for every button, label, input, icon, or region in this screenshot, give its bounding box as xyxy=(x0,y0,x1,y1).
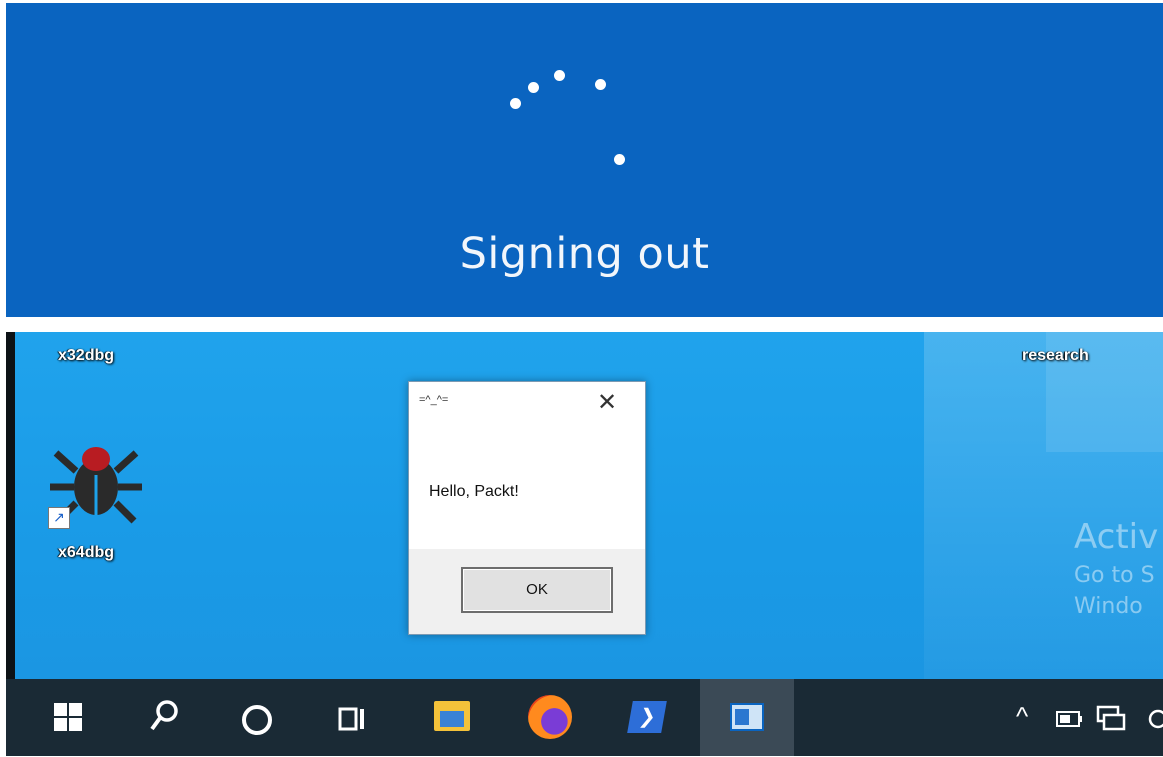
signout-screen: Signing out xyxy=(6,3,1163,317)
desktop-icon-research-label[interactable]: research xyxy=(1022,347,1089,365)
spinner-dot xyxy=(595,79,606,90)
windows-start-icon[interactable] xyxy=(36,679,94,756)
activate-windows-watermark: Activ Go to S Windo xyxy=(1074,517,1158,619)
message-text: Hello, Packt! xyxy=(429,483,519,500)
message-box-footer: OK xyxy=(409,549,645,634)
watermark-line: Windo xyxy=(1074,594,1143,619)
signout-text: Signing out xyxy=(459,229,710,279)
spinner-dot xyxy=(554,70,565,81)
desktop-icon-x32dbg-label[interactable]: x32dbg xyxy=(58,347,114,365)
close-icon[interactable]: ✕ xyxy=(597,388,617,417)
active-app-taskbar-button[interactable] xyxy=(700,679,794,756)
chevron-up-icon[interactable]: ^ xyxy=(1016,701,1028,732)
search-icon[interactable] xyxy=(132,679,190,756)
watermark-line: Activ xyxy=(1074,517,1159,557)
spinner-dot xyxy=(614,154,625,165)
message-box-title: =^_^= xyxy=(419,394,449,406)
spinner-dot xyxy=(510,98,521,109)
watermark-line: Go to S xyxy=(1074,563,1155,588)
battery-icon[interactable] xyxy=(1056,711,1084,727)
desktop-icon-x64dbg-label[interactable]: x64dbg xyxy=(58,544,114,562)
network-icon[interactable] xyxy=(1096,705,1128,733)
spinner-dot xyxy=(528,82,539,93)
taskbar: ^ xyxy=(6,679,1163,756)
desktop: x32dbg ↗ x64dbg research Activ Go to S W… xyxy=(6,332,1163,679)
shortcut-arrow-icon: ↗ xyxy=(48,507,70,529)
ok-button[interactable]: OK xyxy=(461,567,613,613)
firefox-icon[interactable] xyxy=(518,679,576,756)
message-box: =^_^= ✕ Hello, Packt! OK xyxy=(408,381,646,635)
cortana-icon[interactable] xyxy=(228,679,286,756)
task-view-icon[interactable] xyxy=(324,679,382,756)
powershell-icon[interactable] xyxy=(616,679,674,756)
active-app-icon xyxy=(730,703,764,731)
volume-icon[interactable] xyxy=(1146,707,1163,731)
file-explorer-icon[interactable] xyxy=(422,679,480,756)
